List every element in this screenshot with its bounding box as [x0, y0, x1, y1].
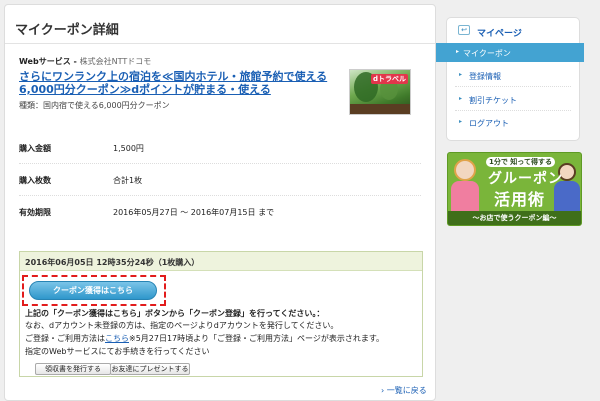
row-value: 1,500円	[113, 144, 144, 153]
sidebar-item-discount[interactable]: ▸ 割引チケット	[455, 90, 580, 109]
banner-title-line1: グルーポン	[488, 171, 563, 187]
purchase-box: 2016年06月05日 12時35分24秒（1枚購入） クーポン獲得はこちら 上…	[19, 251, 423, 377]
company-name: 株式会社NTTドコモ	[79, 57, 152, 66]
banner-tagline: 1分で 知って得する	[486, 157, 555, 167]
sidebar-item-my-coupon[interactable]: ▸ マイクーポン	[436, 43, 584, 62]
note-line: 指定のWebサービスにてお手続きを行ってください	[25, 347, 210, 356]
sidebar-item-registration[interactable]: ▸ 登録情報	[455, 66, 580, 85]
purchase-date: 2016年06月05日 12時35分24秒（1枚購入）	[25, 258, 200, 267]
row-value: 合計1枚	[113, 176, 143, 185]
sidebar-divider	[455, 110, 571, 111]
row-label: 購入枚数	[19, 176, 51, 185]
note-line: 上記の「クーポン獲得はこちら」ボタンから「クーポン登録」を行ってください。：	[25, 309, 325, 318]
page-title: マイクーポン詳細	[15, 23, 119, 38]
sidebar-divider	[455, 86, 571, 87]
chevron-right-icon: ▸	[459, 71, 463, 78]
sidebar-item-label: 割引チケット	[469, 96, 517, 105]
purchase-header: 2016年06月05日 12時35分24秒（1枚購入）	[20, 252, 422, 271]
woman-illustration-body	[451, 181, 479, 211]
note-line: ご登録・ご利用方法はこちら※5月27日17時頃より「ご登録・ご利用方法」ページが…	[25, 333, 384, 344]
row-label: 有効期限	[19, 208, 51, 217]
gift-button[interactable]: お友達にプレゼントする	[110, 363, 190, 375]
banner-title-line2: 活用術	[494, 190, 546, 209]
note-text: ご登録・ご利用方法は	[25, 334, 105, 343]
coupon-kind: 種類：国内宿で使える6,000円分クーポン	[19, 101, 170, 110]
woman-illustration	[454, 159, 476, 181]
row-divider	[19, 195, 421, 196]
coupon-title-link[interactable]: さらにワンランク上の宿泊を≪国内ホテル・旅館予約で使える6,000円分クーポン≫…	[19, 70, 349, 96]
receipt-button[interactable]: 領収書を発行する	[35, 363, 111, 375]
chevron-right-icon: ▸	[459, 95, 463, 102]
sidebar-item-label: 登録情報	[469, 72, 501, 81]
chevron-right-icon: ▸	[456, 48, 460, 55]
get-coupon-highlight: クーポン獲得はこちら	[22, 275, 166, 306]
guide-banner[interactable]: 1分で 知って得する グルーポン 活用術 〜お店で使うクーポン編〜	[447, 152, 582, 226]
back-to-list-link[interactable]: › 一覧に戻る	[381, 385, 427, 396]
service-line: Webサービス - 株式会社NTTドコモ	[19, 56, 151, 67]
row-label: 購入金額	[19, 144, 51, 153]
row-divider	[19, 163, 421, 164]
sidebar-item-label: マイクーポン	[463, 49, 511, 58]
sidebar-item-logout[interactable]: ▸ ログアウト	[455, 113, 580, 132]
service-label: Webサービス -	[19, 57, 80, 66]
thumb-room	[350, 104, 410, 114]
return-icon: ↩	[458, 25, 470, 35]
get-coupon-button[interactable]: クーポン獲得はこちら	[29, 281, 157, 300]
main-panel: マイクーポン詳細 Webサービス - 株式会社NTTドコモ さらにワンランク上の…	[4, 4, 436, 401]
row-value: 2016年05月27日 〜 2016年07月15日 まで	[113, 208, 275, 217]
coupon-thumbnail[interactable]: dトラベル	[349, 69, 411, 115]
sidebar-header-label: マイページ	[477, 29, 522, 39]
sidebar-item-label: ログアウト	[469, 119, 509, 128]
banner-subtitle: 〜お店で使うクーポン編〜	[448, 211, 581, 225]
title-divider	[5, 43, 435, 44]
chevron-right-icon: ▸	[459, 118, 463, 125]
note-text: ※5月27日17時頃より「ご登録・ご利用方法」ページが表示されます。	[129, 334, 385, 343]
usage-link[interactable]: こちら	[105, 334, 129, 343]
back-link-label: 一覧に戻る	[386, 386, 427, 395]
note-line: なお、dアカウント未登録の方は、指定のページよりdアカウントを発行してください。	[25, 321, 339, 330]
sidebar-header[interactable]: ↩ マイページ	[447, 18, 581, 42]
thumb-logo: dトラベル	[370, 74, 408, 84]
